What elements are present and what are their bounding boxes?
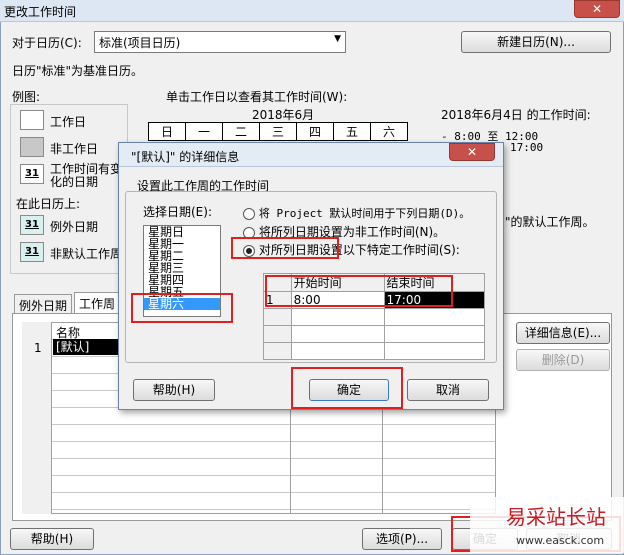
edited-day-swatch: 31 bbox=[20, 164, 44, 184]
delete-button[interactable]: 删除(D) bbox=[516, 349, 610, 371]
working-day-swatch bbox=[20, 110, 44, 130]
radio-specific-highlight bbox=[231, 237, 339, 259]
grid-cell[interactable] bbox=[290, 308, 385, 326]
weekday-fri: 五 bbox=[333, 122, 371, 141]
working-time-2: 17:00 bbox=[510, 141, 544, 154]
dialog-cancel-button[interactable]: 取消 bbox=[407, 379, 489, 401]
dialog-help-button[interactable]: 帮助(H) bbox=[133, 379, 215, 401]
tab-work-weeks[interactable]: 工作周 bbox=[74, 292, 121, 314]
grid-row-header bbox=[263, 308, 292, 326]
grid-cell[interactable] bbox=[383, 325, 486, 343]
watermark-text: 易采站长站 bbox=[506, 505, 606, 529]
nonworking-day-swatch bbox=[20, 137, 44, 157]
watermark-url: www.easck.com bbox=[516, 534, 605, 547]
details-dialog: "[默认]" 的详细信息 ✕ 设置此工作周的工作时间 选择日期(E): 星期日 … bbox=[118, 142, 504, 410]
radio-default-icon[interactable] bbox=[243, 207, 255, 220]
radio-default-row[interactable]: 将 Project 默认时间用于下列日期(D)。 bbox=[243, 205, 470, 221]
calendar-instruction: 单击工作日以查看其工作时间(W): bbox=[166, 90, 348, 104]
calendar-for-label: 对于日历(C): bbox=[12, 36, 82, 50]
dialog-title: "[默认]" 的详细信息 bbox=[131, 150, 240, 164]
calendar-grid: 日 一 二 三 四 五 六 bbox=[148, 122, 408, 141]
weekday-wed: 三 bbox=[259, 122, 297, 141]
week-row-number: 1 bbox=[34, 341, 42, 355]
grid-row-header bbox=[263, 342, 292, 360]
calendar-month: 2018年6月 bbox=[252, 108, 315, 122]
legend-on-this-calendar: 在此日历上: bbox=[16, 197, 81, 211]
legend-working: 工作日 bbox=[50, 115, 87, 129]
details-button[interactable]: 详细信息(E)... bbox=[516, 322, 610, 344]
radio-default-label: 将 Project 默认时间用于下列日期(D)。 bbox=[258, 207, 471, 220]
title-bar: 更改工作时间 bbox=[0, 0, 624, 22]
weekday-sun: 日 bbox=[148, 122, 186, 141]
legend-nonworking: 非工作日 bbox=[50, 142, 99, 156]
working-time-date: 2018年6月4日 的工作时间: bbox=[441, 108, 591, 122]
legend-title: 例图: bbox=[12, 90, 41, 104]
calendar-select[interactable]: 标准(项目日历) ▼ bbox=[94, 31, 346, 53]
dialog-close-icon[interactable]: ✕ bbox=[449, 143, 495, 161]
legend-exception: 例外日期 bbox=[50, 220, 99, 234]
chevron-down-icon: ▼ bbox=[334, 34, 341, 44]
weekday-mon: 一 bbox=[185, 122, 223, 141]
base-calendar-note: 日历"标准"为基准日历。 bbox=[12, 64, 144, 78]
weekday-sat: 六 bbox=[370, 122, 408, 141]
exception-day-swatch: 31 bbox=[20, 215, 44, 235]
nondefault-week-swatch: 31 bbox=[20, 242, 44, 262]
weekday-thu: 四 bbox=[296, 122, 334, 141]
week-row-default[interactable]: [默认] bbox=[53, 339, 125, 355]
grid-cell[interactable] bbox=[290, 325, 385, 343]
tab-exceptions[interactable]: 例外日期 bbox=[14, 294, 73, 314]
options-button[interactable]: 选项(P)... bbox=[362, 528, 442, 550]
new-calendar-button[interactable]: 新建日历(N)... bbox=[461, 31, 611, 53]
grid-row-header bbox=[263, 325, 292, 343]
close-icon[interactable]: ✕ bbox=[574, 0, 620, 18]
calendar-select-value: 标准(项目日历) bbox=[99, 36, 181, 50]
time-grid-highlight bbox=[265, 275, 453, 307]
select-days-label: 选择日期(E): bbox=[143, 205, 212, 219]
window-title: 更改工作时间 bbox=[4, 5, 77, 19]
legend-nondefault: 非默认工作周 bbox=[50, 247, 123, 261]
grid-cell[interactable] bbox=[383, 308, 486, 326]
watermark: 易采站长站 www.easck.com bbox=[470, 497, 624, 553]
default-week-note: "的默认工作周。 bbox=[505, 215, 595, 229]
selected-day-highlight bbox=[131, 293, 233, 323]
help-button[interactable]: 帮助(H) bbox=[10, 528, 94, 550]
grid-cell[interactable] bbox=[290, 342, 385, 360]
legend-edited: 工作时间有变化的日期 bbox=[50, 162, 123, 189]
weekday-tue: 二 bbox=[222, 122, 260, 141]
dialog-title-bar: "[默认]" 的详细信息 bbox=[119, 143, 503, 167]
grid-cell[interactable] bbox=[383, 342, 486, 360]
dialog-ok-highlight bbox=[291, 367, 403, 409]
